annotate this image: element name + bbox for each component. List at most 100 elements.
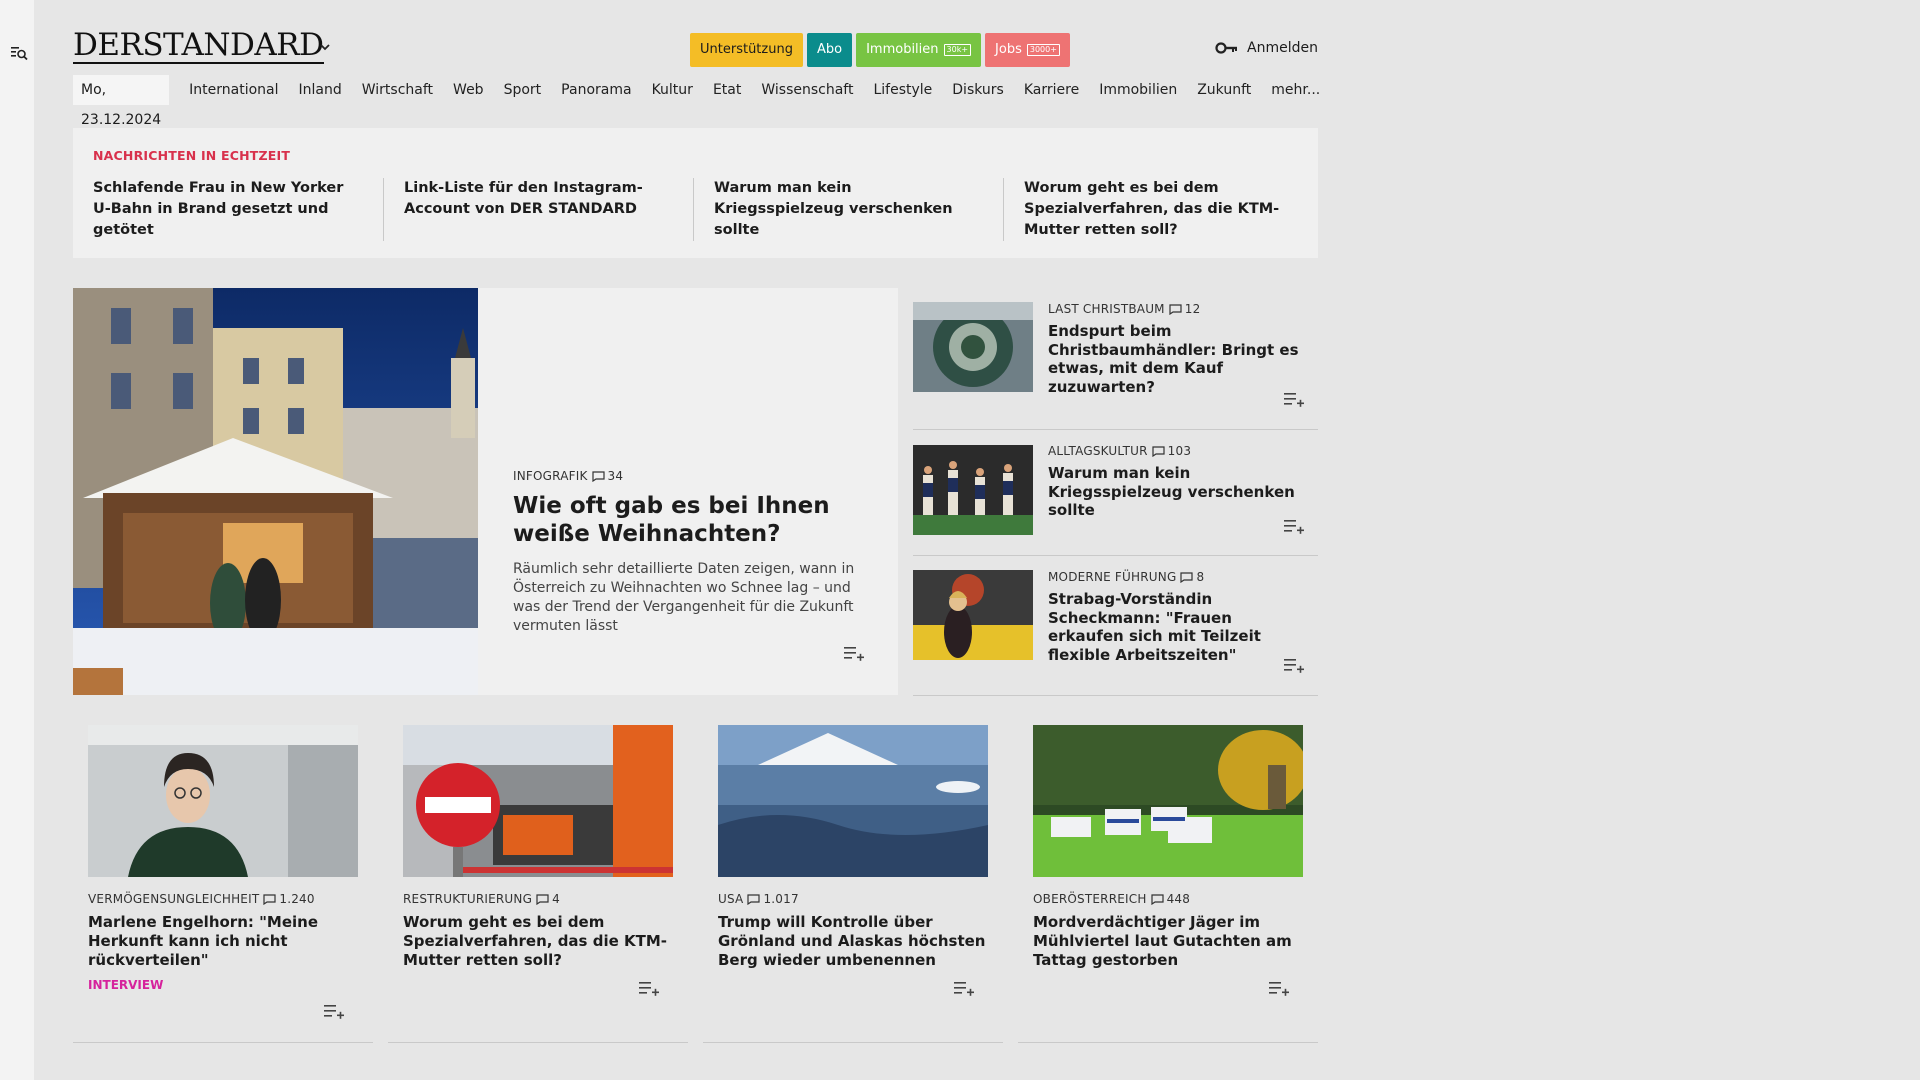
hero-kicker: INFOGRAFIK 34 bbox=[513, 469, 873, 483]
format-tag: INTERVIEW bbox=[88, 978, 164, 992]
comment-count[interactable]: 1.240 bbox=[263, 892, 315, 906]
nav-item-international[interactable]: International bbox=[189, 82, 278, 98]
side-teaser[interactable]: ALLTAGSKULTUR 103 Warum man kein Kriegss… bbox=[913, 430, 1318, 556]
jobs-badge: 3000+ bbox=[1026, 44, 1060, 56]
comment-icon bbox=[1169, 303, 1182, 315]
nav-item-diskurs[interactable]: Diskurs bbox=[952, 82, 1004, 98]
add-to-playlist-icon[interactable] bbox=[953, 980, 975, 996]
teaser-card[interactable]: USA 1.017 Trump will Kontrolle über Grön… bbox=[703, 725, 1003, 1043]
comment-icon bbox=[591, 470, 605, 482]
nav-item-sport[interactable]: Sport bbox=[504, 82, 542, 98]
comment-count[interactable]: 34 bbox=[591, 469, 624, 483]
kicker-label: ALLTAGSKULTUR bbox=[1048, 444, 1148, 458]
comment-count[interactable]: 448 bbox=[1150, 892, 1191, 906]
ticker-item[interactable]: Worum geht es bei dem Spezialverfahren, … bbox=[1003, 178, 1313, 241]
teaser-title[interactable]: Worum geht es bei dem Spezialverfahren, … bbox=[403, 913, 678, 970]
login-label: Anmelden bbox=[1247, 40, 1318, 56]
comment-icon bbox=[1180, 571, 1194, 583]
teaser-title[interactable]: Marlene Engelhorn: "Meine Herkunft kann … bbox=[88, 913, 363, 970]
teaser-image[interactable] bbox=[1033, 725, 1303, 877]
nav-item-panorama[interactable]: Panorama bbox=[561, 82, 631, 98]
comment-count[interactable]: 103 bbox=[1152, 444, 1192, 458]
comment-count-value: 448 bbox=[1166, 892, 1191, 906]
add-to-playlist-icon[interactable] bbox=[1283, 657, 1305, 673]
add-to-playlist-icon[interactable] bbox=[1283, 391, 1305, 407]
immobilien-button[interactable]: Immobilien 30k+ bbox=[856, 33, 982, 67]
teaser-kicker: ALLTAGSKULTUR 103 bbox=[1048, 444, 1308, 458]
teaser-text: ALLTAGSKULTUR 103 Warum man kein Kriegss… bbox=[1048, 444, 1308, 520]
nav-item-wirtschaft[interactable]: Wirtschaft bbox=[362, 82, 433, 98]
teaser-image[interactable] bbox=[718, 725, 988, 877]
nav-item-inland[interactable]: Inland bbox=[299, 82, 342, 98]
comment-count-value: 1.017 bbox=[763, 892, 799, 906]
nav-item-immobilien[interactable]: Immobilien bbox=[1099, 82, 1177, 98]
support-button[interactable]: Unterstützung bbox=[690, 33, 803, 67]
teaser-image[interactable] bbox=[88, 725, 358, 877]
comment-count[interactable]: 1.017 bbox=[747, 892, 799, 906]
teaser-kicker: OBERÖSTERREICH 448 bbox=[1033, 892, 1308, 906]
nav-item-karriere[interactable]: Karriere bbox=[1024, 82, 1079, 98]
nav-item-kultur[interactable]: Kultur bbox=[652, 82, 693, 98]
key-icon bbox=[1215, 42, 1238, 54]
kicker-label: OBERÖSTERREICH bbox=[1033, 892, 1147, 906]
add-to-playlist-icon[interactable] bbox=[323, 1003, 345, 1019]
comment-icon bbox=[263, 893, 276, 905]
teaser-text: RESTRUKTURIERUNG 4 Worum geht es bei dem… bbox=[403, 892, 678, 970]
menu-search-icon[interactable] bbox=[10, 44, 28, 62]
comment-icon bbox=[747, 893, 761, 905]
ticker-item[interactable]: Link-Liste für den Instagram-Account von… bbox=[383, 178, 693, 241]
main-nav: Mo, 23.12.2024 International Inland Wirt… bbox=[73, 75, 1340, 128]
hero-title[interactable]: Wie oft gab es bei Ihnen weiße Weihnacht… bbox=[513, 492, 873, 548]
teaser-title[interactable]: Mordverdächtiger Jäger im Mühlviertel la… bbox=[1033, 913, 1308, 970]
kicker-label: USA bbox=[718, 892, 744, 906]
login-button[interactable]: Anmelden bbox=[1215, 40, 1318, 56]
teaser-image[interactable] bbox=[913, 302, 1033, 392]
comment-count-value: 34 bbox=[607, 469, 624, 483]
comment-count-value: 8 bbox=[1196, 570, 1205, 584]
comment-count-value: 1.240 bbox=[279, 892, 315, 906]
teaser-text: USA 1.017 Trump will Kontrolle über Grön… bbox=[718, 892, 993, 970]
ticker-label: NACHRICHTEN IN ECHTZEIT bbox=[93, 148, 291, 163]
nav-item-lifestyle[interactable]: Lifestyle bbox=[873, 82, 932, 98]
hero-teaser[interactable]: INFOGRAFIK 34 Wie oft gab es bei Ihnen w… bbox=[73, 288, 898, 695]
comment-count[interactable]: 8 bbox=[1180, 570, 1204, 584]
teaser-title[interactable]: Strabag-Vorständin Scheckmann: "Frauen e… bbox=[1048, 590, 1308, 664]
teaser-image[interactable] bbox=[403, 725, 673, 877]
teaser-card[interactable]: VERMÖGENSUNGLEICHHEIT 1.240 Marlene Enge… bbox=[73, 725, 373, 1043]
teaser-text: VERMÖGENSUNGLEICHHEIT 1.240 Marlene Enge… bbox=[88, 892, 363, 992]
nav-item-more[interactable]: mehr... bbox=[1271, 82, 1320, 98]
chevron-down-icon[interactable] bbox=[318, 42, 332, 52]
teaser-card[interactable]: RESTRUKTURIERUNG 4 Worum geht es bei dem… bbox=[388, 725, 688, 1043]
nav-item-zukunft[interactable]: Zukunft bbox=[1197, 82, 1251, 98]
immobilien-label: Immobilien bbox=[866, 42, 939, 57]
hero-image[interactable] bbox=[73, 288, 478, 695]
side-teaser[interactable]: LAST CHRISTBAUM 12 Endspurt beim Christb… bbox=[913, 288, 1318, 430]
add-to-playlist-icon[interactable] bbox=[638, 980, 660, 996]
teaser-kicker: VERMÖGENSUNGLEICHHEIT 1.240 bbox=[88, 892, 363, 906]
ticker-item[interactable]: Warum man kein Kriegsspielzeug verschenk… bbox=[693, 178, 1003, 241]
comment-count[interactable]: 4 bbox=[536, 892, 560, 906]
nav-item-etat[interactable]: Etat bbox=[713, 82, 741, 98]
kicker-label: VERMÖGENSUNGLEICHHEIT bbox=[88, 892, 260, 906]
teaser-title[interactable]: Warum man kein Kriegsspielzeug verschenk… bbox=[1048, 464, 1308, 520]
ticker-item[interactable]: Schlafende Frau in New Yorker U-Bahn in … bbox=[93, 178, 383, 241]
add-to-playlist-icon[interactable] bbox=[843, 645, 865, 661]
teaser-image[interactable] bbox=[913, 570, 1033, 660]
jobs-button[interactable]: Jobs 3000+ bbox=[985, 33, 1070, 67]
add-to-playlist-icon[interactable] bbox=[1283, 518, 1305, 534]
teaser-card[interactable]: OBERÖSTERREICH 448 Mordverdächtiger Jäge… bbox=[1018, 725, 1318, 1043]
nav-item-web[interactable]: Web bbox=[453, 82, 484, 98]
side-teaser[interactable]: MODERNE FÜHRUNG 8 Strabag-Vorständin Sch… bbox=[913, 556, 1318, 696]
kicker-label: MODERNE FÜHRUNG bbox=[1048, 570, 1177, 584]
left-rail bbox=[0, 0, 34, 1080]
teaser-text: OBERÖSTERREICH 448 Mordverdächtiger Jäge… bbox=[1033, 892, 1308, 970]
site-logo[interactable]: DERSTANDARD bbox=[73, 29, 324, 64]
immobilien-badge: 30k+ bbox=[943, 44, 972, 56]
teaser-title[interactable]: Endspurt beim Christbaumhändler: Bringt … bbox=[1048, 322, 1308, 396]
abo-button[interactable]: Abo bbox=[806, 33, 853, 67]
teaser-title[interactable]: Trump will Kontrolle über Grönland und A… bbox=[718, 913, 993, 970]
add-to-playlist-icon[interactable] bbox=[1268, 980, 1290, 996]
comment-count[interactable]: 12 bbox=[1169, 302, 1201, 316]
teaser-image[interactable] bbox=[913, 445, 1033, 535]
nav-item-wissenschaft[interactable]: Wissenschaft bbox=[761, 82, 853, 98]
